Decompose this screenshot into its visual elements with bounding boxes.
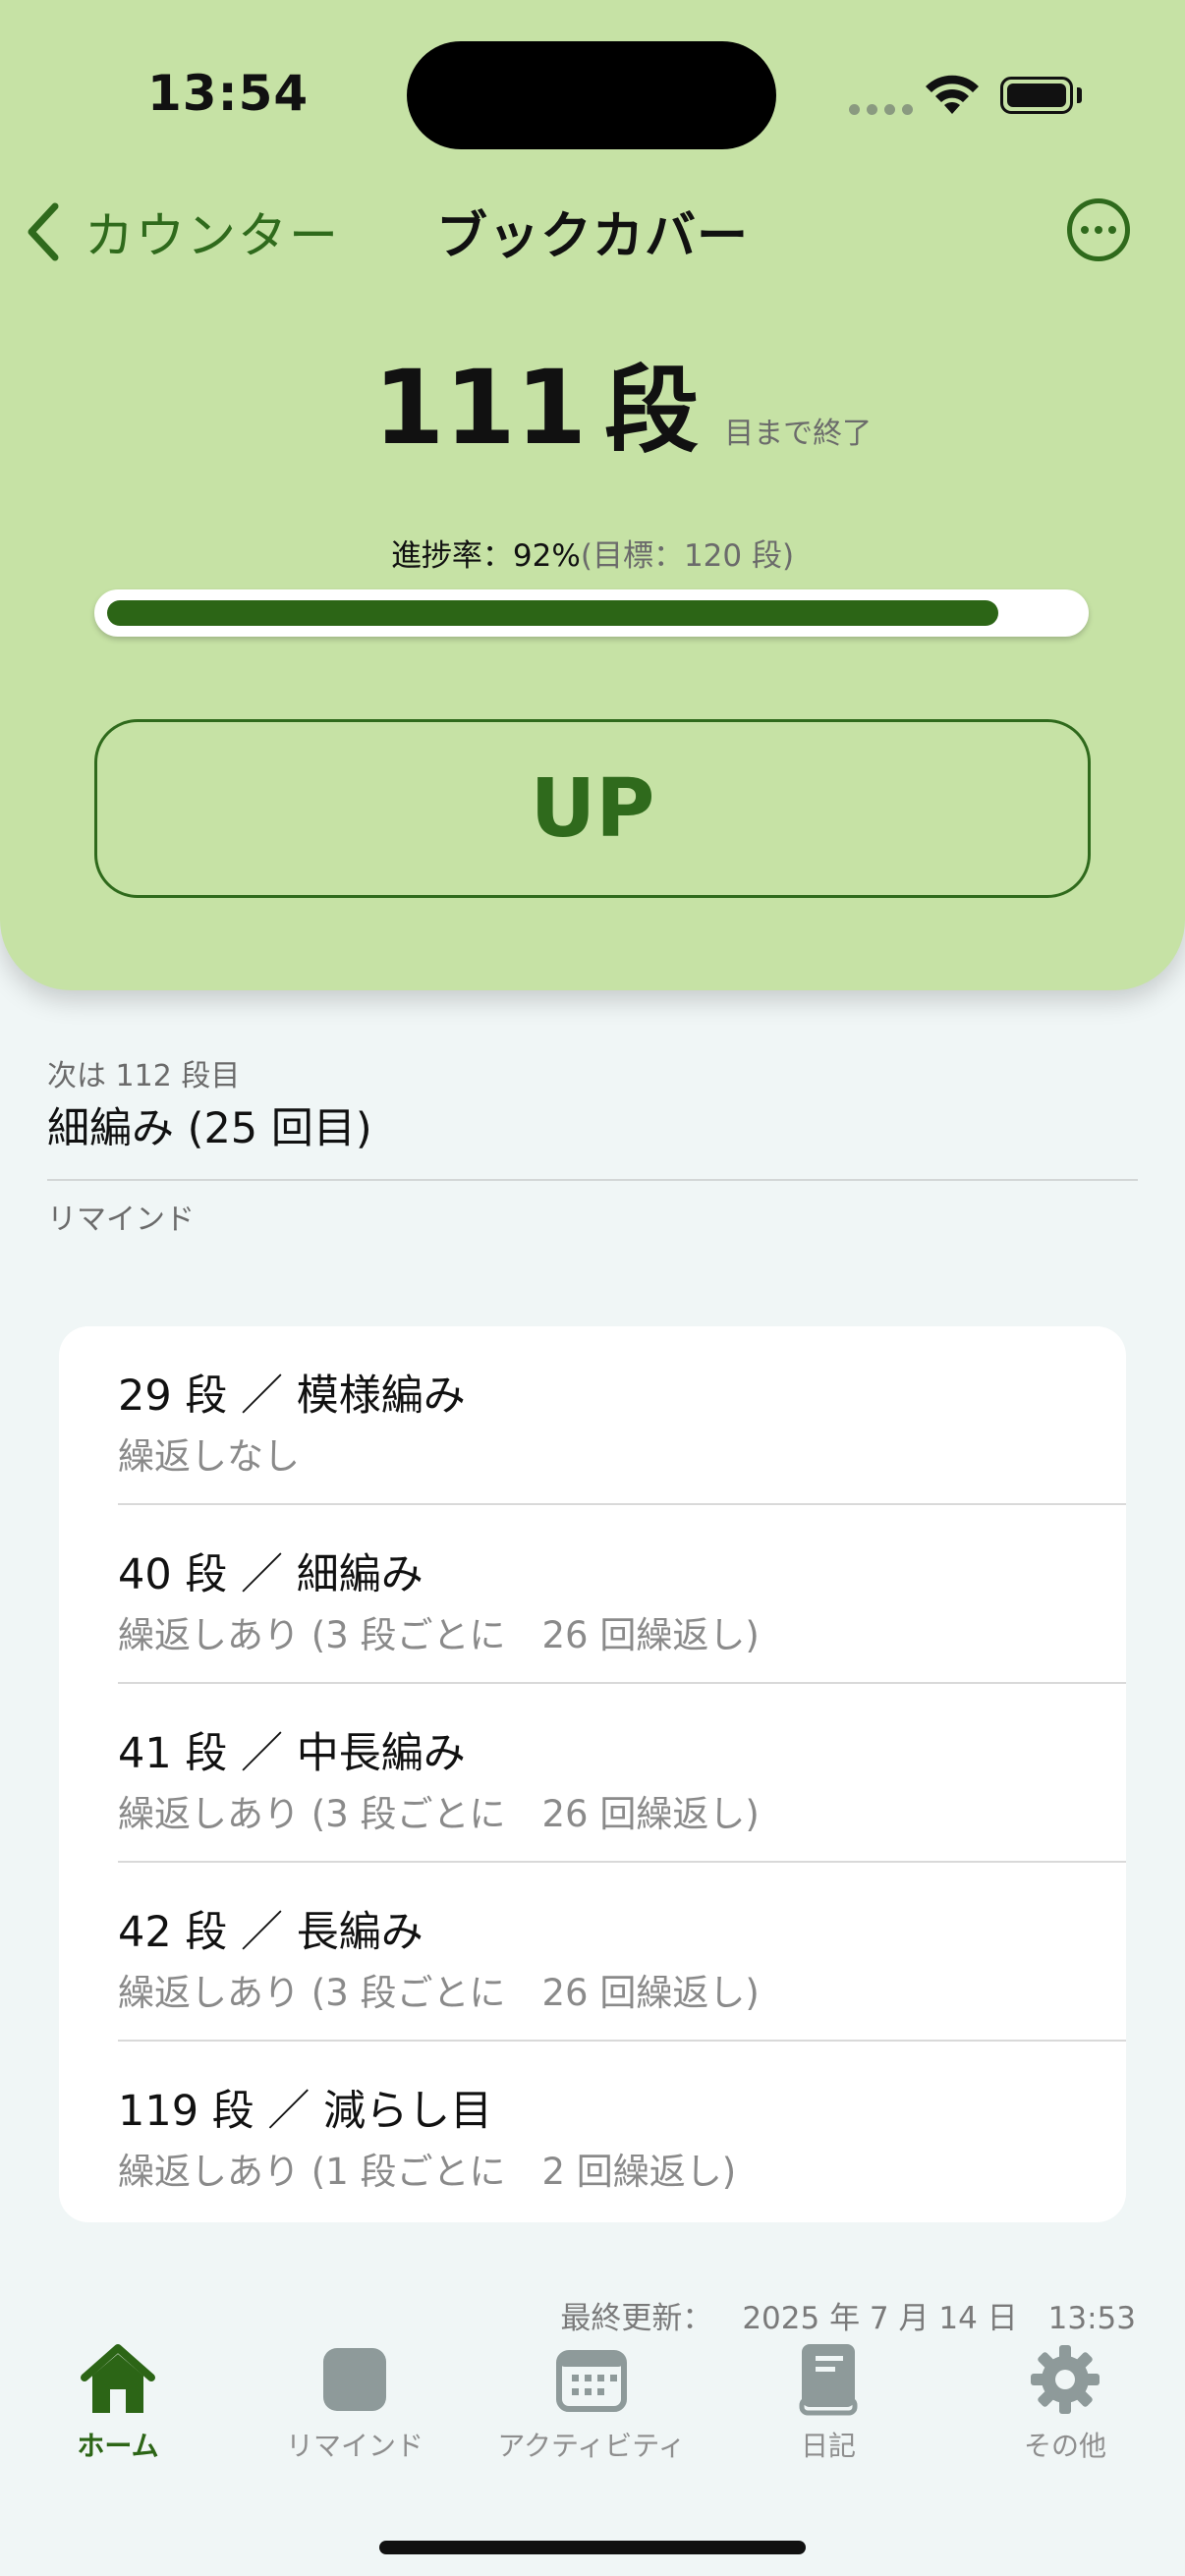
gear-icon [1026, 2340, 1104, 2419]
remind-item-subtitle: 繰返しなし [118, 1435, 300, 1478]
tab-activity-label: アクティビティ [497, 2430, 686, 2462]
wifi-icon [926, 75, 979, 114]
remind-item-title: 119 段 ／ 減らし目 [118, 2087, 493, 2136]
remind-section-label: リマインド [47, 1203, 195, 1237]
remind-item[interactable]: 42 段 ／ 長編み 繰返しあり (3 段ごとに 26 回繰返し) [59, 1863, 1126, 2042]
more-options-button[interactable] [1067, 198, 1130, 261]
progress-label: 進捗率：92% [390, 538, 581, 574]
status-time: 13:54 [147, 65, 310, 122]
row-count-unit: 段 [604, 356, 700, 466]
up-button[interactable]: UP [94, 719, 1091, 898]
row-count-value: 111 [373, 348, 588, 468]
tab-home-label: ホーム [77, 2430, 159, 2462]
book-icon [789, 2340, 868, 2419]
row-counter: 111 段 目まで終了 [373, 334, 872, 471]
remind-item-title: 40 段 ／ 細編み [118, 1550, 423, 1599]
progress-bar [94, 589, 1089, 637]
calendar-icon [552, 2340, 631, 2419]
next-row-label: 次は 112 段目 [47, 1059, 241, 1093]
home-indicator [379, 2541, 806, 2554]
tab-other[interactable]: その他 [947, 2340, 1183, 2478]
battery-icon [1000, 77, 1073, 114]
last-updated-value: 2025 年 7 月 14 日 13:53 [742, 2301, 1136, 2336]
progress-text: 進捗率：92%(目標：120 段) [0, 531, 1185, 575]
page-title: ブックカバー [435, 207, 749, 266]
remind-item-title: 42 段 ／ 長編み [118, 1908, 423, 1957]
battery-cap [1077, 87, 1082, 103]
remind-item[interactable]: 41 段 ／ 中長編み 繰返しあり (3 段ごとに 26 回繰返し) [59, 1684, 1126, 1863]
tab-activity[interactable]: アクティビティ [474, 2340, 709, 2478]
progress-bar-fill [107, 600, 999, 626]
remind-item-subtitle: 繰返しあり (3 段ごとに 26 回繰返し) [118, 1972, 760, 2014]
remind-item-subtitle: 繰返しあり (3 段ごとに 26 回繰返し) [118, 1793, 760, 1835]
tab-other-label: その他 [1023, 2430, 1106, 2462]
home-icon [79, 2340, 157, 2419]
square-icon [315, 2340, 394, 2419]
divider [47, 1179, 1138, 1181]
progress-target: (目標：120 段) [580, 538, 795, 574]
row-count-note: 目まで終了 [724, 417, 873, 451]
tab-remind-label: リマインド [285, 2430, 423, 2462]
cellular-signal-icon [849, 104, 913, 115]
remind-list: 29 段 ／ 模様編み 繰返しなし 40 段 ／ 細編み 繰返しあり (3 段ご… [59, 1326, 1126, 2222]
remind-item-title: 41 段 ／ 中長編み [118, 1729, 466, 1778]
dynamic-island [407, 41, 776, 149]
tab-diary-label: 日記 [800, 2430, 856, 2462]
tab-diary[interactable]: 日記 [710, 2340, 946, 2478]
tab-remind[interactable]: リマインド [237, 2340, 473, 2478]
last-updated-label: 最終更新： [560, 2301, 713, 2336]
last-updated: 最終更新： 2025 年 7 月 14 日 13:53 [560, 2293, 1136, 2337]
next-row-pattern: 細編み (25 回目) [47, 1104, 372, 1153]
remind-item-subtitle: 繰返しあり (1 段ごとに 2 回繰返し) [118, 2151, 737, 2193]
remind-item[interactable]: 119 段 ／ 減らし目 繰返しあり (1 段ごとに 2 回繰返し) [59, 2042, 1126, 2220]
remind-item-subtitle: 繰返しあり (3 段ごとに 26 回繰返し) [118, 1614, 760, 1656]
remind-item-title: 29 段 ／ 模様編み [118, 1372, 466, 1421]
tab-home[interactable]: ホーム [0, 2340, 236, 2478]
remind-item[interactable]: 29 段 ／ 模様編み 繰返しなし [59, 1326, 1126, 1505]
remind-item[interactable]: 40 段 ／ 細編み 繰返しあり (3 段ごとに 26 回繰返し) [59, 1505, 1126, 1684]
